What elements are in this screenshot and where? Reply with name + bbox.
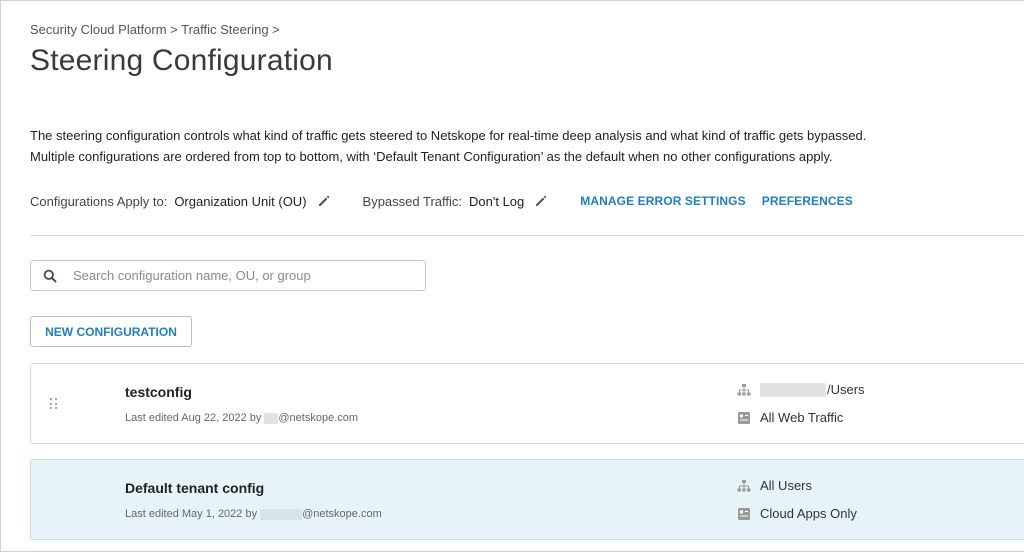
email-domain: @netskope.com [302, 508, 382, 520]
config-name[interactable]: Default tenant config [125, 480, 264, 496]
bypassed-traffic-group: Bypassed Traffic: Don't Log [363, 194, 549, 209]
config-traffic: All Web Traffic [737, 410, 843, 425]
new-configuration-button[interactable]: NEW CONFIGURATION [30, 316, 192, 347]
scope-text: All Users [760, 478, 813, 493]
config-row-default[interactable]: Default tenant config Last edited May 1,… [30, 459, 1024, 540]
breadcrumb[interactable]: Security Cloud Platform > Traffic Steeri… [30, 22, 280, 37]
traffic-text: Cloud Apps Only [760, 506, 857, 521]
bypassed-traffic-label: Bypassed Traffic: [362, 193, 463, 209]
last-edited-text: Last edited May 1, 2022 by [125, 508, 258, 520]
config-scope: All Users [737, 478, 812, 493]
last-edited-text: Last edited Aug 22, 2022 by [125, 412, 262, 424]
edit-bypassed-pencil-icon[interactable] [534, 194, 548, 208]
section-divider [30, 235, 1024, 236]
traffic-text: All Web Traffic [760, 410, 844, 425]
description-line-2: Multiple configurations are ordered from… [30, 149, 833, 164]
org-tree-icon [737, 383, 751, 397]
page-title: Steering Configuration [30, 44, 333, 77]
search-box[interactable] [30, 260, 426, 291]
redacted-email-user [260, 508, 303, 520]
redacted-ou-path [760, 382, 826, 397]
config-scope: /Users [737, 382, 865, 397]
config-row[interactable]: testconfig Last edited Aug 22, 2022 by @… [30, 363, 1024, 444]
email-domain: @netskope.com [278, 412, 359, 424]
traffic-type-icon [737, 507, 751, 521]
bypassed-traffic-value: Don't Log [469, 193, 525, 209]
manage-error-settings-link[interactable]: MANAGE ERROR SETTINGS [580, 194, 745, 208]
traffic-type-icon [737, 411, 751, 425]
config-last-edited: Last edited May 1, 2022 by @netskope.com [125, 508, 382, 520]
search-icon [43, 269, 57, 283]
preferences-link[interactable]: PREFERENCES [762, 194, 853, 208]
drag-handle-icon[interactable] [50, 398, 58, 410]
edit-apply-to-pencil-icon[interactable] [317, 194, 331, 208]
apply-to-value: Organization Unit (OU) [174, 193, 307, 209]
scope-text: /Users [827, 382, 865, 397]
redacted-email-user [264, 412, 279, 424]
org-tree-icon [737, 479, 751, 493]
apply-to-label: Configurations Apply to: [30, 193, 168, 209]
settings-row: Configurations Apply to: Organization Un… [30, 191, 853, 211]
description-line-1: The steering configuration controls what… [30, 128, 867, 143]
config-last-edited: Last edited Aug 22, 2022 by @netskope.co… [125, 412, 358, 424]
config-name[interactable]: testconfig [125, 384, 192, 400]
search-input[interactable] [73, 268, 403, 283]
config-traffic: Cloud Apps Only [737, 506, 857, 521]
page-description: The steering configuration controls what… [30, 125, 990, 167]
